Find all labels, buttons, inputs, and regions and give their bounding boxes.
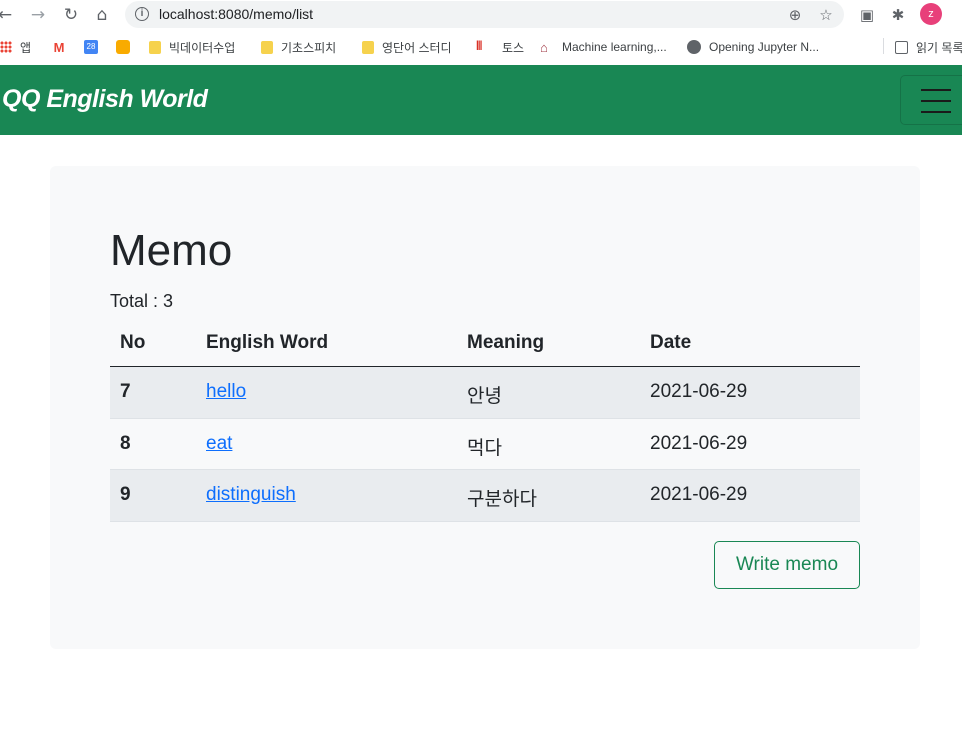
hamburger-icon — [921, 89, 951, 91]
folder-icon — [362, 40, 374, 54]
cell-meaning: 구분하다 — [467, 489, 537, 510]
bookmark-machine-learning[interactable]: ⌂ Machine learning,... — [540, 38, 667, 56]
bookmark-label: 앱 — [20, 40, 32, 55]
memo-table: No English Word Meaning Date 7 hello 안녕 … — [110, 322, 860, 522]
globe-icon — [687, 40, 701, 54]
cell-word: distinguish — [206, 484, 296, 506]
folder-icon — [149, 40, 161, 54]
toss-icon: ||| — [476, 40, 482, 51]
cell-meaning: 안녕 — [467, 386, 502, 407]
address-bar[interactable]: i localhost:8080/memo/list ⊕ ☆ — [125, 1, 844, 28]
folder-icon — [261, 40, 273, 54]
reading-list-icon — [895, 40, 908, 54]
bank-icon: ⌂ — [540, 40, 548, 55]
bookmark-label: 기초스피치 — [281, 40, 337, 55]
reload-icon[interactable]: ↻ — [60, 4, 82, 26]
bookmark-keep[interactable] — [116, 38, 138, 56]
bookmark-apps[interactable]: 앱 — [0, 38, 31, 56]
site-info-icon[interactable]: i — [135, 7, 149, 21]
bookmark-folder-vocab[interactable]: 영단어 스터디 — [362, 38, 452, 56]
column-header-word: English Word — [206, 332, 329, 353]
extensions-puzzle-icon[interactable]: ✱ — [888, 5, 908, 25]
bookmark-label: 토스 — [502, 40, 525, 55]
extension-box-icon[interactable]: ▣ — [857, 5, 877, 25]
profile-avatar[interactable]: z — [920, 3, 942, 25]
word-link[interactable]: eat — [206, 433, 232, 454]
table-header: No English Word Meaning Date — [110, 322, 860, 367]
write-memo-button[interactable]: Write memo — [714, 541, 860, 589]
column-header-date: Date — [650, 332, 692, 353]
bookmark-folder-bigdata[interactable]: 빅데이터수업 — [149, 38, 235, 56]
bookmark-label: Machine learning,... — [562, 40, 667, 54]
bookmarks-bar: 앱 M 28 빅데이터수업 기초스피치 영단어 스터디 ||| 토스 ⌂ Mac… — [0, 30, 962, 62]
apps-grid-icon — [0, 41, 12, 53]
reading-list[interactable]: 읽기 목록 — [895, 38, 962, 56]
bookmark-gmail[interactable]: M — [52, 38, 74, 56]
keep-icon — [116, 40, 130, 54]
cell-no: 9 — [120, 484, 131, 505]
bookmark-toss[interactable]: ||| 토스 — [476, 38, 524, 56]
column-header-no: No — [120, 332, 146, 353]
bookmark-label: 영단어 스터디 — [382, 40, 452, 55]
table-row: 8 eat 먹다 2021-06-29 — [110, 419, 860, 470]
bookmark-folder-speech[interactable]: 기초스피치 — [261, 38, 336, 56]
navbar-toggler-button[interactable] — [900, 75, 962, 125]
url-text[interactable]: localhost:8080/memo/list — [159, 6, 313, 22]
home-icon[interactable]: ⌂ — [91, 4, 113, 26]
column-header-meaning: Meaning — [467, 332, 545, 353]
cell-meaning: 먹다 — [467, 437, 502, 459]
word-link[interactable]: distinguish — [206, 484, 296, 505]
hamburger-icon — [921, 111, 951, 113]
word-link[interactable]: hello — [206, 381, 246, 402]
browser-toolbar: ← → ↻ ⌂ i localhost:8080/memo/list ⊕ ☆ ▣… — [0, 0, 962, 30]
bookmark-label: Opening Jupyter N... — [709, 40, 820, 54]
cell-date: 2021-06-29 — [650, 484, 748, 505]
table-row: 9 distinguish 구분하다 2021-06-29 — [110, 470, 860, 522]
navbar-brand[interactable]: QQ English World — [2, 85, 208, 114]
forward-icon[interactable]: → — [27, 4, 49, 26]
cell-date: 2021-06-29 — [650, 381, 748, 402]
bookmark-calendar[interactable]: 28 — [84, 38, 106, 56]
cell-no: 8 — [120, 432, 131, 454]
cell-date: 2021-06-29 — [650, 432, 748, 454]
hamburger-icon — [921, 100, 951, 102]
cell-no: 7 — [120, 381, 131, 402]
bookmark-star-icon[interactable]: ☆ — [816, 5, 836, 25]
zoom-icon[interactable]: ⊕ — [785, 5, 805, 25]
bookmarks-divider — [883, 38, 884, 54]
gmail-icon: M — [53, 40, 65, 55]
back-icon[interactable]: ← — [0, 4, 16, 26]
cell-word: eat — [206, 433, 232, 455]
page-title: Memo — [110, 226, 233, 275]
bookmark-label: 읽기 목록 — [916, 40, 962, 55]
cell-word: hello — [206, 381, 246, 403]
bookmark-jupyter[interactable]: Opening Jupyter N... — [687, 38, 819, 56]
table-row: 7 hello 안녕 2021-06-29 — [110, 367, 860, 419]
total-count: Total : 3 — [110, 291, 174, 311]
site-navbar: QQ English World — [0, 65, 962, 135]
calendar-icon: 28 — [84, 40, 98, 54]
bookmark-label: 빅데이터수업 — [169, 40, 236, 55]
